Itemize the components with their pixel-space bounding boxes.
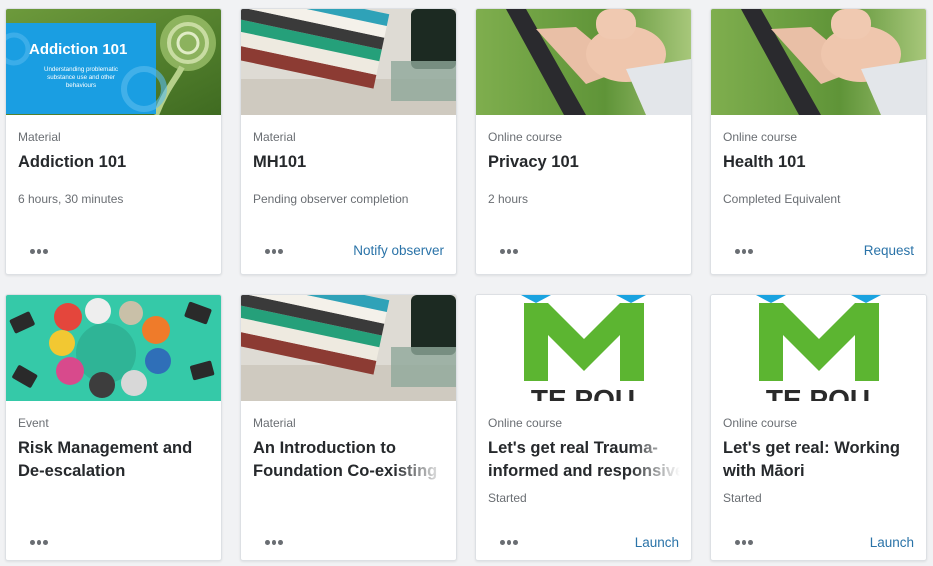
card-type: Material [253,416,296,430]
course-card[interactable]: Online course Privacy 101 2 hours [475,8,692,275]
te-pou-logo-thumbnail[interactable]: TE POU [711,295,926,401]
card-title-line: De-escalation [18,462,126,480]
launch-link[interactable]: Launch [870,535,914,550]
course-card[interactable]: Online course Health 101 Completed Equiv… [710,8,927,275]
more-options-icon[interactable] [30,539,49,545]
hand-tablet-thumbnail[interactable] [476,9,691,115]
card-title-line: Let's get real Trauma- [488,439,658,457]
card-status: Pending observer completion [253,192,409,206]
card-title[interactable]: Health 101 [723,151,919,174]
more-options-icon[interactable] [265,539,284,545]
te-pou-logo-text: TE POU [531,384,635,401]
card-title[interactable]: Addiction 101 [18,151,214,174]
hand-tablet-thumbnail[interactable] [711,9,926,115]
card-title-line: with Māori [723,462,805,480]
books-thumbnail[interactable] [241,9,456,115]
thumb-subtitle: substance use and other [47,74,115,81]
more-options-icon[interactable] [30,248,49,254]
books-thumbnail[interactable] [241,295,456,401]
thumb-heading: Addiction 101 [29,41,127,58]
card-title[interactable]: Let's get real Trauma- informed and resp… [488,437,684,483]
card-title-line: Risk Management and [18,439,193,457]
card-title[interactable]: An Introduction to Foundation Co-existin… [253,437,449,483]
addiction-101-thumbnail[interactable]: Addiction 101 Understanding problematic … [6,9,221,115]
card-duration: 2 hours [488,192,529,206]
card-title[interactable]: Let's get real: Working with Māori [723,437,919,483]
course-card[interactable]: Event Risk Management and De-escalation [5,294,222,561]
meeting-thumbnail[interactable] [6,295,221,401]
card-type: Online course [488,130,563,144]
card-duration: 6 hours, 30 minutes [18,192,124,206]
card-title-line: Foundation Co-existing [253,462,438,480]
card-status: Completed Equivalent [723,192,841,206]
card-type: Material [18,130,61,144]
card-type: Online course [723,416,798,430]
card-status: Started [488,491,527,505]
card-title-line: informed and responsive [488,462,684,480]
request-link[interactable]: Request [864,243,914,258]
card-title-line: An Introduction to [253,439,396,457]
more-options-icon[interactable] [500,539,519,545]
more-options-icon[interactable] [735,539,754,545]
te-pou-logo-text: TE POU [766,384,870,401]
card-type: Online course [723,130,798,144]
more-options-icon[interactable] [265,248,284,254]
more-options-icon[interactable] [735,248,754,254]
card-title[interactable]: MH101 [253,151,449,174]
course-card[interactable]: TE POU Online course Let's get real Trau… [475,294,692,561]
card-type: Material [253,130,296,144]
course-card[interactable]: Material An Introduction to Foundation C… [240,294,457,561]
thumb-subtitle: behaviours [66,82,96,89]
launch-link[interactable]: Launch [635,535,679,550]
card-status: Started [723,491,762,505]
more-options-icon[interactable] [500,248,519,254]
card-title[interactable]: Risk Management and De-escalation [18,437,214,483]
card-type: Event [18,416,49,430]
course-card[interactable]: Material MH101 Pending observer completi… [240,8,457,275]
course-card[interactable]: Addiction 101 Understanding problematic … [5,8,222,275]
course-card[interactable]: TE POU Online course Let's get real: Wor… [710,294,927,561]
card-title[interactable]: Privacy 101 [488,151,684,174]
card-type: Online course [488,416,563,430]
thumb-subtitle: Understanding problematic [44,66,118,73]
card-title-line: Let's get real: Working [723,439,900,457]
notify-observer-link[interactable]: Notify observer [353,243,444,258]
te-pou-logo-thumbnail[interactable]: TE POU [476,295,691,401]
